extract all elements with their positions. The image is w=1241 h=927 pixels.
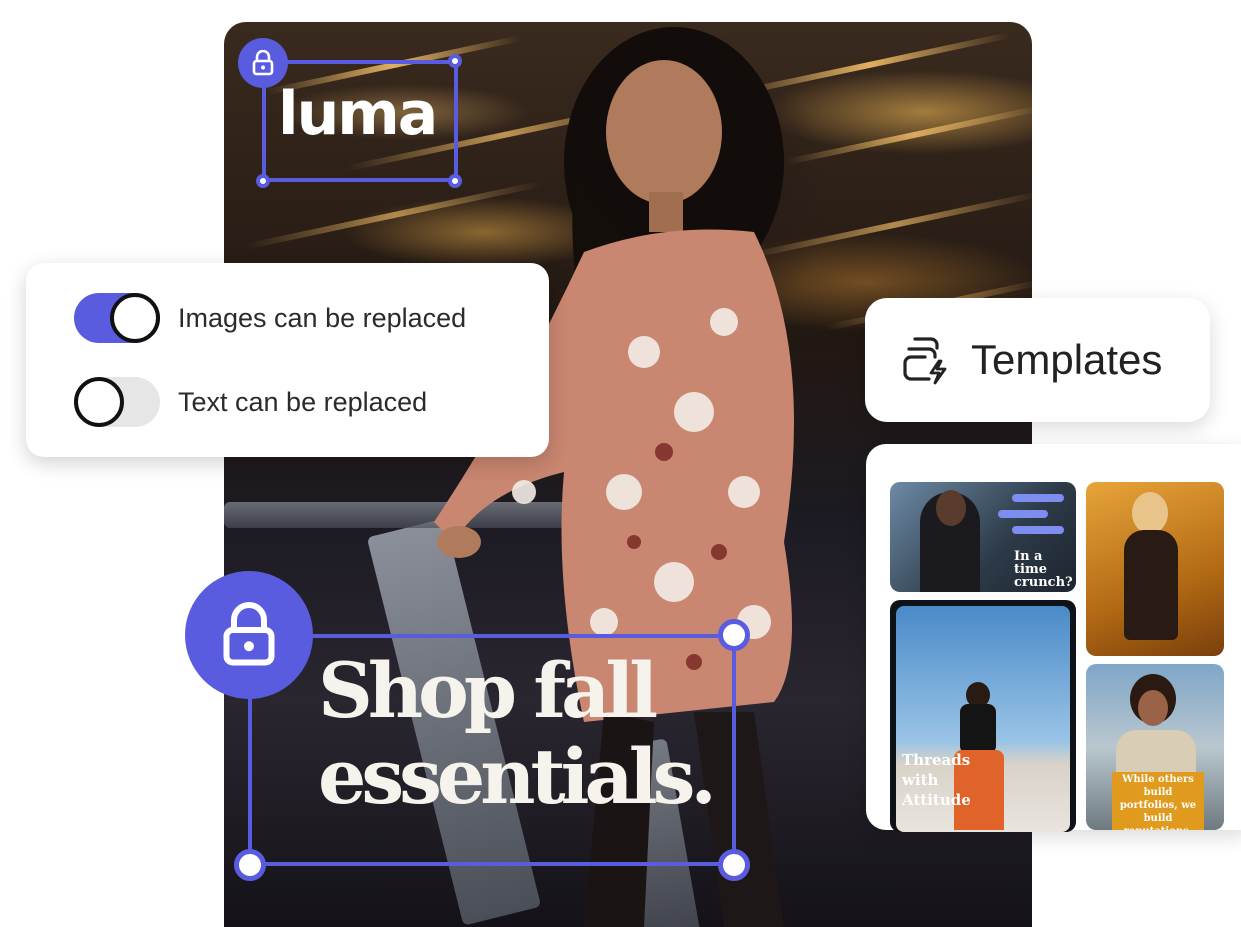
- template-card[interactable]: Threads with Attitude: [890, 600, 1076, 832]
- resize-handle-bottom-left[interactable]: [234, 849, 266, 881]
- resize-handle-top-right[interactable]: [448, 54, 462, 68]
- brand-logo: luma: [278, 79, 438, 149]
- templates-icon: [903, 337, 947, 385]
- template-card[interactable]: In a time crunch?: [890, 482, 1076, 592]
- images-toggle-label: Images can be replaced: [178, 302, 467, 333]
- template-card[interactable]: While others build portfolios, we build …: [1086, 664, 1224, 830]
- lock-icon: [223, 602, 275, 666]
- resize-handle-bottom-right[interactable]: [448, 174, 462, 188]
- resize-handle-top-right[interactable]: [718, 619, 750, 651]
- resize-handle-bottom-right[interactable]: [718, 849, 750, 881]
- templates-label: Templates: [971, 336, 1163, 383]
- template-caption: Threads with Attitude: [902, 751, 971, 809]
- text-replace-toggle[interactable]: [74, 377, 160, 427]
- headline-line-1: Shop fall: [318, 646, 658, 735]
- template-card[interactable]: [1086, 482, 1224, 656]
- images-toggle-row: Images can be replaced: [74, 293, 466, 343]
- text-toggle-label: Text can be replaced: [178, 386, 428, 417]
- templates-grid: In a time crunch? Threads with Attitude …: [866, 444, 1241, 832]
- resize-handle-bottom-left[interactable]: [256, 174, 270, 188]
- template-caption: While others build portfolios, we build …: [1112, 772, 1204, 830]
- images-replace-toggle[interactable]: [74, 293, 160, 343]
- headline-text: Shop fall essentials.: [318, 646, 717, 821]
- toggle-knob: [110, 293, 160, 343]
- templates-button[interactable]: Templates: [865, 298, 1210, 422]
- replace-settings-card: Images can be replaced Text can be repla…: [26, 263, 549, 457]
- text-toggle-row: Text can be replaced: [74, 377, 427, 427]
- headline-line-2: essentials.: [318, 732, 717, 821]
- template-caption: In a time crunch?: [1014, 549, 1073, 590]
- toggle-knob: [74, 377, 124, 427]
- lock-icon: [252, 50, 274, 76]
- headline-lock-badge[interactable]: [185, 571, 313, 699]
